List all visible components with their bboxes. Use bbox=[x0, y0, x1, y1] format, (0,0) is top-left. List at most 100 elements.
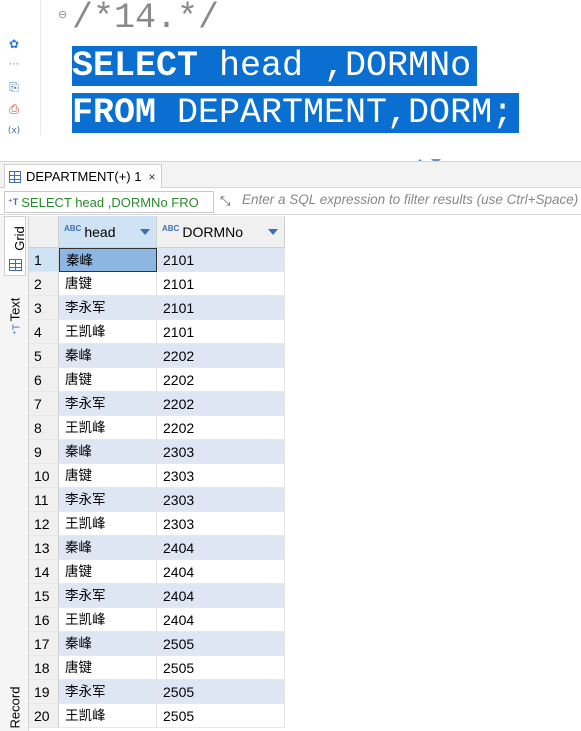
code-line-select[interactable]: SELECT head ,DORMNo bbox=[72, 44, 478, 89]
table-row[interactable]: 19 李永军 2505 bbox=[29, 680, 285, 704]
panel-splitter[interactable] bbox=[412, 151, 452, 164]
cell-head[interactable]: 李永军 bbox=[59, 584, 157, 608]
cell-dormno[interactable]: 2101 bbox=[157, 320, 285, 344]
cell-dormno[interactable]: 2101 bbox=[157, 296, 285, 320]
table-row[interactable]: 10 唐键 2303 bbox=[29, 464, 285, 488]
row-number[interactable]: 15 bbox=[29, 584, 59, 608]
sql-editor[interactable]: ✿ ⋯ ⎘ ⎙ (x) ⊖ /*14.*/ SELECT head ,DORMN… bbox=[0, 0, 581, 150]
cell-dormno[interactable]: 2101 bbox=[157, 248, 285, 272]
table-row[interactable]: 13 秦峰 2404 bbox=[29, 536, 285, 560]
cell-head[interactable]: 唐键 bbox=[59, 560, 157, 584]
cell-dormno[interactable]: 2303 bbox=[157, 512, 285, 536]
close-icon[interactable]: × bbox=[148, 170, 155, 184]
cell-head[interactable]: 王凯峰 bbox=[59, 320, 157, 344]
row-number[interactable]: 2 bbox=[29, 272, 59, 296]
cell-head[interactable]: 唐键 bbox=[59, 656, 157, 680]
row-number[interactable]: 17 bbox=[29, 632, 59, 656]
table-row[interactable]: 6 唐键 2202 bbox=[29, 368, 285, 392]
row-number[interactable]: 10 bbox=[29, 464, 59, 488]
row-number[interactable]: 16 bbox=[29, 608, 59, 632]
row-number[interactable]: 11 bbox=[29, 488, 59, 512]
query-text-field[interactable]: ⁺T SELECT head ,DORMNo FRO bbox=[4, 191, 214, 213]
cell-dormno[interactable]: 2303 bbox=[157, 440, 285, 464]
sort-dropdown-icon[interactable] bbox=[140, 229, 150, 235]
column-header-dormno[interactable]: ABC DORMNo bbox=[157, 216, 285, 248]
code-comment[interactable]: /*14.*/ bbox=[72, 0, 219, 41]
cell-dormno[interactable]: 2101 bbox=[157, 272, 285, 296]
settings-icon[interactable]: ✿ bbox=[7, 37, 21, 51]
table-row[interactable]: 20 王凯峰 2505 bbox=[29, 704, 285, 728]
cell-dormno[interactable]: 2202 bbox=[157, 392, 285, 416]
table-row[interactable]: 11 李永军 2303 bbox=[29, 488, 285, 512]
row-number[interactable]: 5 bbox=[29, 344, 59, 368]
cell-dormno[interactable]: 2404 bbox=[157, 608, 285, 632]
tab-department-results[interactable]: DEPARTMENT(+) 1 × bbox=[4, 164, 163, 188]
sort-dropdown-icon[interactable] bbox=[268, 229, 278, 235]
error-log-icon[interactable]: ⎙ bbox=[7, 102, 21, 116]
row-number-header[interactable] bbox=[29, 216, 59, 248]
row-number[interactable]: 7 bbox=[29, 392, 59, 416]
cell-head[interactable]: 李永军 bbox=[59, 680, 157, 704]
table-row[interactable]: 1 秦峰 2101 bbox=[29, 248, 285, 272]
cell-dormno[interactable]: 2404 bbox=[157, 536, 285, 560]
cell-head[interactable]: 李永军 bbox=[59, 392, 157, 416]
row-number[interactable]: 9 bbox=[29, 440, 59, 464]
table-row[interactable]: 14 唐键 2404 bbox=[29, 560, 285, 584]
tab-record[interactable]: Record bbox=[4, 682, 26, 731]
row-number[interactable]: 13 bbox=[29, 536, 59, 560]
cell-head[interactable]: 秦峰 bbox=[59, 248, 157, 272]
export-icon[interactable]: ⎘ bbox=[7, 80, 21, 94]
table-row[interactable]: 5 秦峰 2202 bbox=[29, 344, 285, 368]
cell-dormno[interactable]: 2404 bbox=[157, 560, 285, 584]
row-number[interactable]: 19 bbox=[29, 680, 59, 704]
cell-head[interactable]: 秦峰 bbox=[59, 536, 157, 560]
results-grid[interactable]: ABC head ABC DORMNo 1 秦峰 2101 2 唐键 2101 3 李永军 21… bbox=[29, 216, 581, 731]
cell-head[interactable]: 秦峰 bbox=[59, 344, 157, 368]
table-row[interactable]: 7 李永军 2202 bbox=[29, 392, 285, 416]
table-row[interactable]: 4 王凯峰 2101 bbox=[29, 320, 285, 344]
cell-dormno[interactable]: 2303 bbox=[157, 488, 285, 512]
cell-dormno[interactable]: 2202 bbox=[157, 344, 285, 368]
cell-dormno[interactable]: 2505 bbox=[157, 680, 285, 704]
cell-head[interactable]: 王凯峰 bbox=[59, 512, 157, 536]
cell-dormno[interactable]: 2505 bbox=[157, 704, 285, 728]
table-row[interactable]: 18 唐键 2505 bbox=[29, 656, 285, 680]
expand-icon[interactable]: ⤡ bbox=[220, 194, 230, 209]
cell-head[interactable]: 唐键 bbox=[59, 272, 157, 296]
filter-input[interactable]: Enter a SQL expression to filter results… bbox=[242, 192, 581, 212]
table-row[interactable]: 2 唐键 2101 bbox=[29, 272, 285, 296]
cell-head[interactable]: 李永军 bbox=[59, 296, 157, 320]
row-number[interactable]: 6 bbox=[29, 368, 59, 392]
fold-toggle-icon[interactable]: ⊖ bbox=[58, 8, 67, 21]
cell-head[interactable]: 李永军 bbox=[59, 488, 157, 512]
cell-dormno[interactable]: 2505 bbox=[157, 656, 285, 680]
cell-head[interactable]: 王凯峰 bbox=[59, 608, 157, 632]
cell-head[interactable]: 王凯峰 bbox=[59, 704, 157, 728]
row-number[interactable]: 14 bbox=[29, 560, 59, 584]
tab-text[interactable]: ⁺T Text bbox=[4, 288, 26, 344]
cell-dormno[interactable]: 2202 bbox=[157, 416, 285, 440]
cell-dormno[interactable]: 2404 bbox=[157, 584, 285, 608]
table-row[interactable]: 16 王凯峰 2404 bbox=[29, 608, 285, 632]
row-number[interactable]: 20 bbox=[29, 704, 59, 728]
variables-icon[interactable]: (x) bbox=[7, 124, 21, 138]
table-row[interactable]: 3 李永军 2101 bbox=[29, 296, 285, 320]
code-line-from[interactable]: FROM DEPARTMENT,DORM; bbox=[72, 91, 520, 136]
tab-grid[interactable]: Grid bbox=[4, 216, 27, 276]
cell-dormno[interactable]: 2505 bbox=[157, 632, 285, 656]
table-row[interactable]: 12 王凯峰 2303 bbox=[29, 512, 285, 536]
row-number[interactable]: 4 bbox=[29, 320, 59, 344]
row-number[interactable]: 18 bbox=[29, 656, 59, 680]
row-number[interactable]: 1 bbox=[29, 248, 59, 272]
cell-head[interactable]: 秦峰 bbox=[59, 440, 157, 464]
table-row[interactable]: 8 王凯峰 2202 bbox=[29, 416, 285, 440]
table-row[interactable]: 9 秦峰 2303 bbox=[29, 440, 285, 464]
cell-head[interactable]: 唐键 bbox=[59, 368, 157, 392]
cell-dormno[interactable]: 2202 bbox=[157, 368, 285, 392]
column-header-head[interactable]: ABC head bbox=[59, 216, 157, 248]
cell-dormno[interactable]: 2303 bbox=[157, 464, 285, 488]
cell-head[interactable]: 唐键 bbox=[59, 464, 157, 488]
cell-head[interactable]: 秦峰 bbox=[59, 632, 157, 656]
more-icon[interactable]: ⋯ bbox=[7, 58, 21, 72]
table-row[interactable]: 15 李永军 2404 bbox=[29, 584, 285, 608]
